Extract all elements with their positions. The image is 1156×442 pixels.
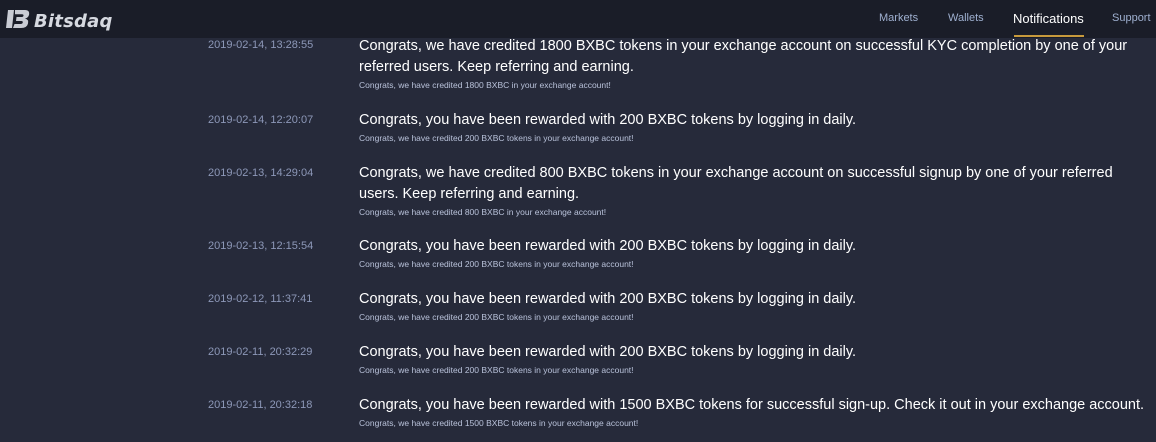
nav-markets[interactable]: Markets: [879, 12, 918, 24]
notification-title: Congrats, we have credited 1800 BXBC tok…: [359, 38, 1128, 75]
notification-title: Congrats, we have credited 800 BXBC toke…: [359, 165, 1113, 202]
brand-name: Bitsdaq: [34, 11, 113, 32]
notification-date: 2019-02-13, 14:29:04: [208, 167, 314, 179]
notification-date: 2019-02-14, 12:20:07: [208, 114, 314, 126]
notification-date: 2019-02-11, 20:32:29: [208, 346, 313, 358]
notification-date: 2019-02-12, 11:37:41: [208, 293, 313, 305]
notification-date: 2019-02-13, 12:15:54: [208, 240, 314, 252]
notification-detail: Congrats, we have credited 200 BXBC toke…: [359, 312, 634, 322]
top-navigation-bar: Bitsdaq Markets Wallets Notifications Su…: [0, 0, 1156, 38]
notification-title: Congrats, you have been rewarded with 15…: [359, 397, 1145, 413]
brand-logo[interactable]: Bitsdaq: [5, 7, 113, 36]
notification-message: Congrats, we have credited 1800 BXBC tok…: [359, 36, 1149, 91]
notification-detail: Congrats, we have credited 1800 BXBC in …: [359, 80, 611, 90]
notification-message: Congrats, you have been rewarded with 20…: [359, 236, 1149, 270]
notification-title: Congrats, you have been rewarded with 20…: [359, 238, 857, 254]
nav-support[interactable]: Support: [1112, 12, 1151, 24]
notification-message: Congrats, you have been rewarded with 20…: [359, 289, 1149, 323]
notification-date: 2019-02-14, 13:28:55: [208, 39, 314, 51]
notification-detail: Congrats, we have credited 1500 BXBC tok…: [359, 418, 639, 428]
notification-message: Congrats, we have credited 800 BXBC toke…: [359, 163, 1149, 218]
notification-detail: Congrats, we have credited 200 BXBC toke…: [359, 365, 634, 375]
notification-title: Congrats, you have been rewarded with 20…: [359, 344, 857, 360]
notification-detail: Congrats, we have credited 800 BXBC in y…: [359, 207, 607, 217]
notification-message: Congrats, you have been rewarded with 20…: [359, 110, 1149, 144]
notification-detail: Congrats, we have credited 200 BXBC toke…: [359, 133, 634, 143]
notification-title: Congrats, you have been rewarded with 20…: [359, 291, 857, 307]
notification-detail: Congrats, we have credited 200 BXBC toke…: [359, 259, 634, 269]
bitsdaq-logo-icon: [5, 7, 31, 36]
notification-message: Congrats, you have been rewarded with 15…: [359, 395, 1149, 429]
nav-wallets[interactable]: Wallets: [948, 12, 984, 24]
nav-notifications[interactable]: Notifications: [1013, 11, 1084, 26]
notification-date: 2019-02-11, 20:32:18: [208, 399, 313, 411]
notification-title: Congrats, you have been rewarded with 20…: [359, 112, 857, 128]
notification-message: Congrats, you have been rewarded with 20…: [359, 342, 1149, 376]
